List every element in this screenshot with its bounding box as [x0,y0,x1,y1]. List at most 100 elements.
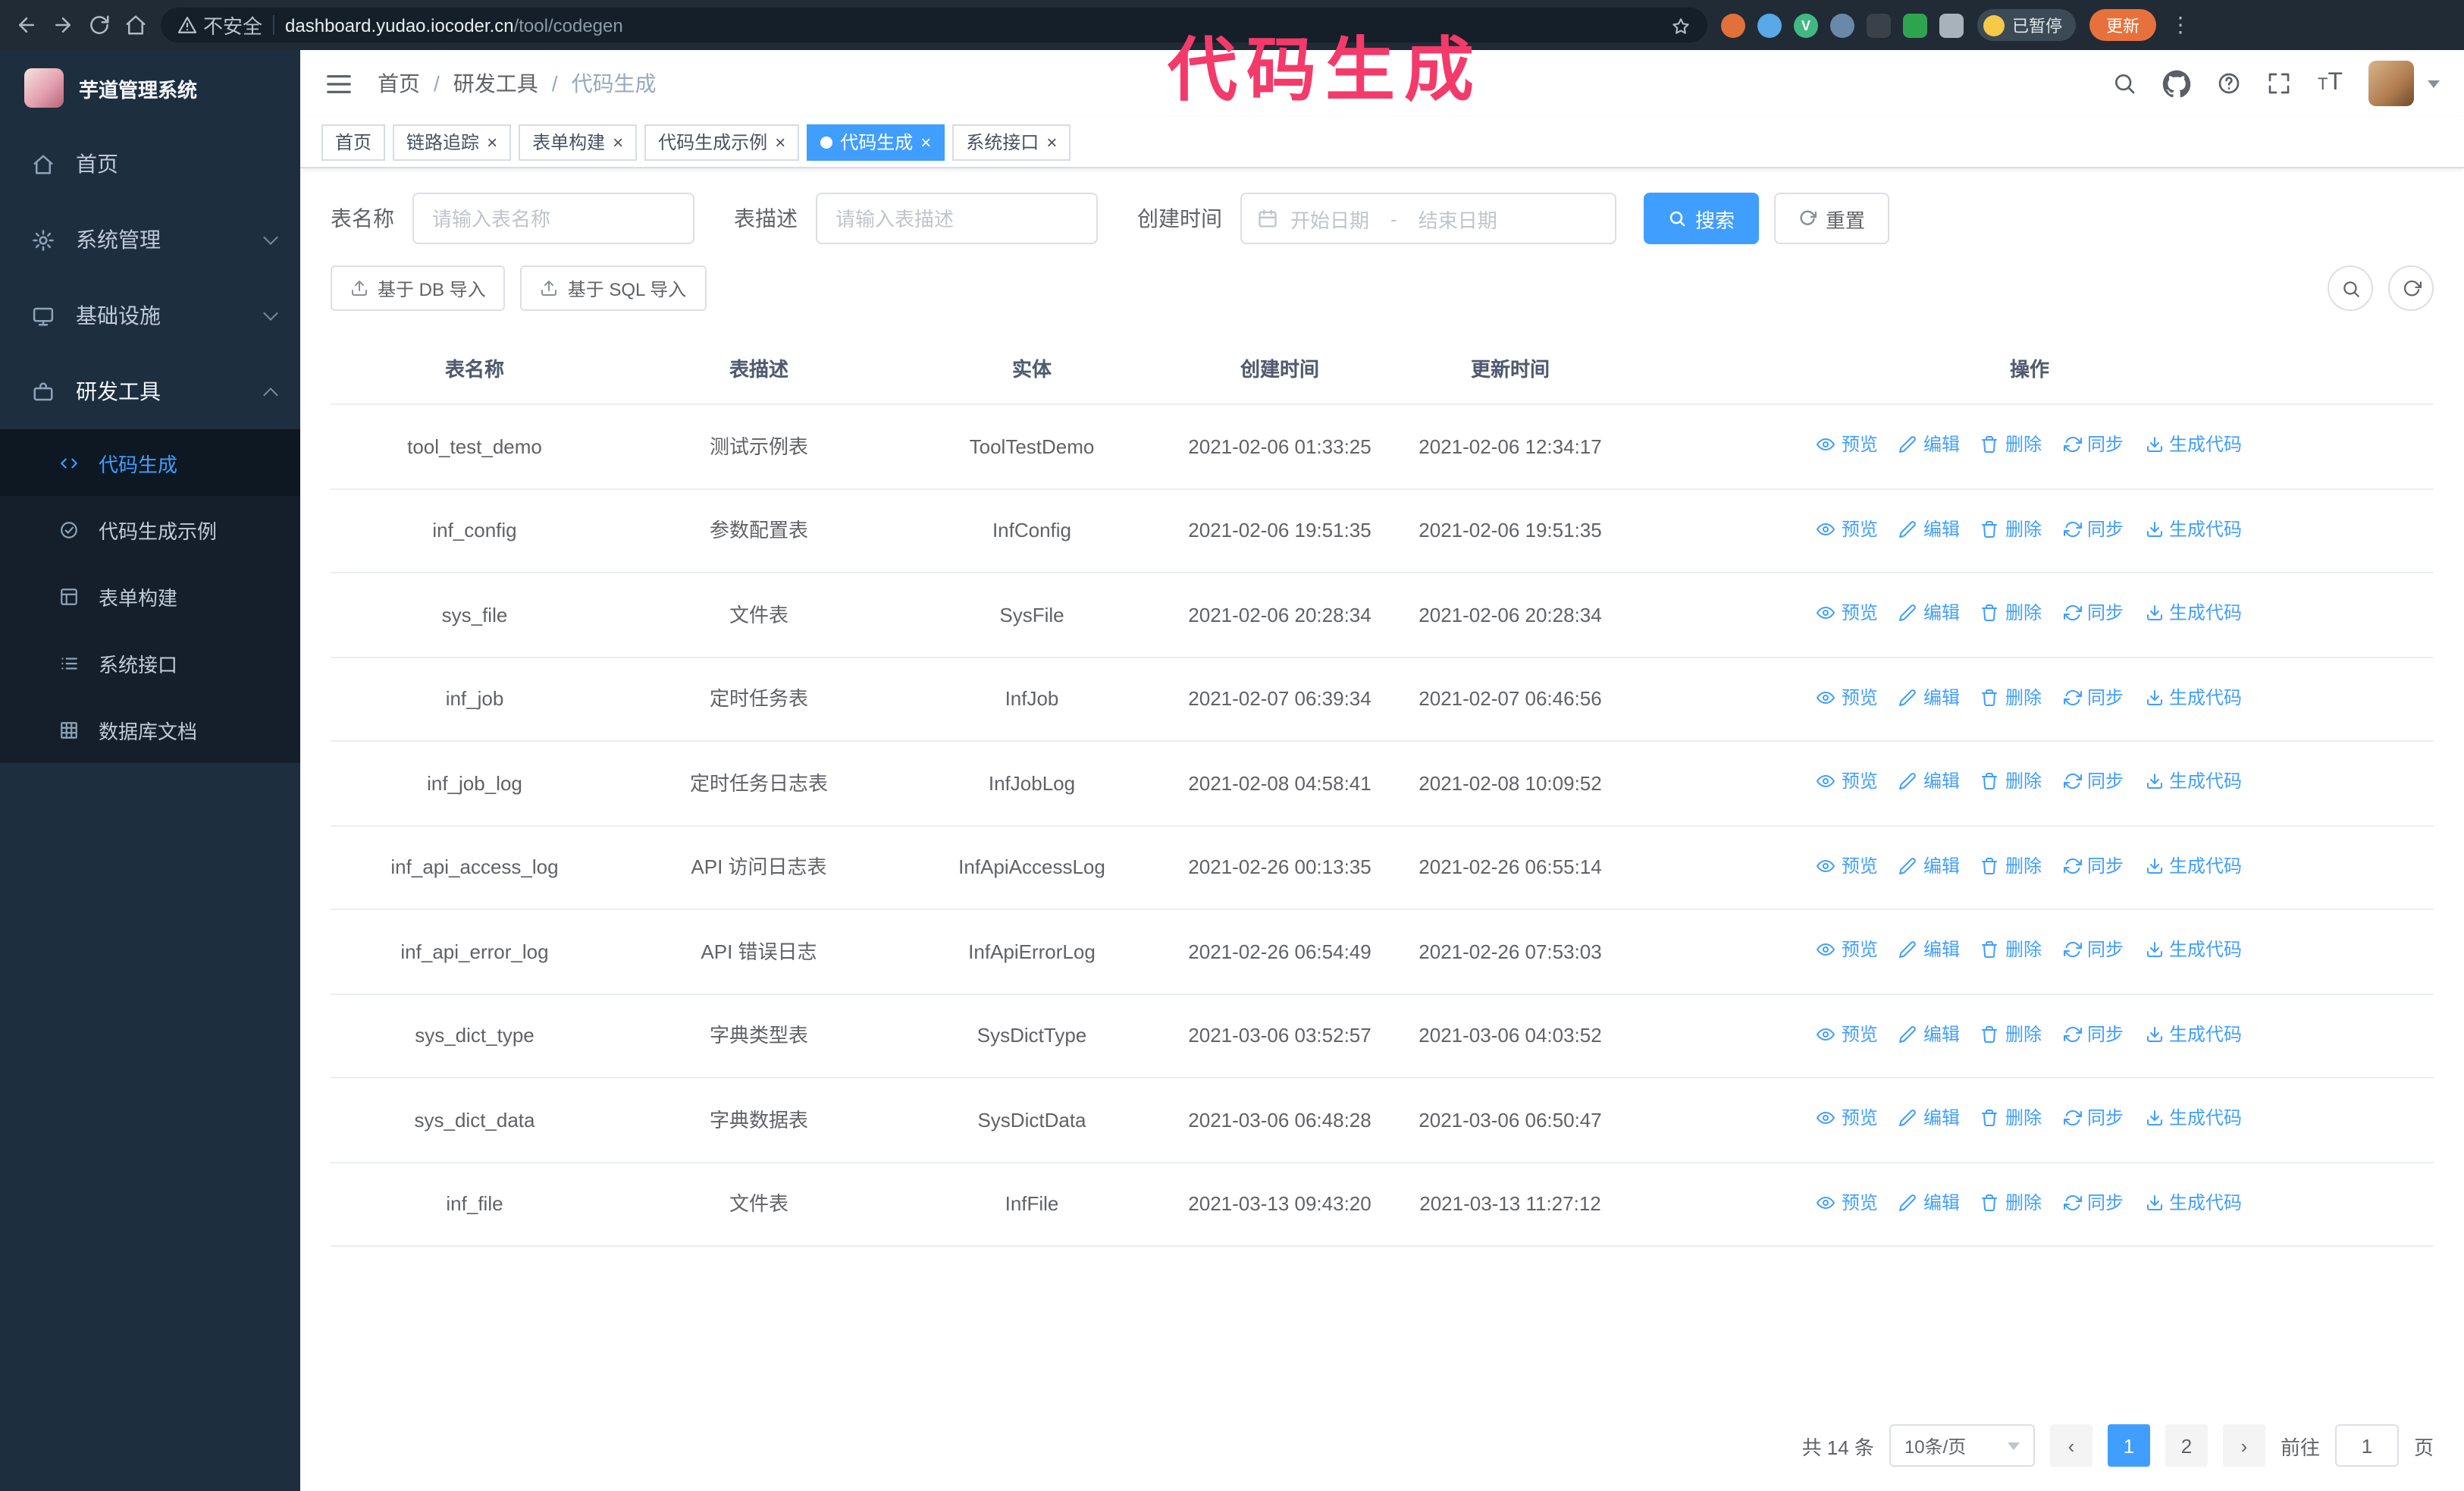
sync-link[interactable]: 同步 [2063,936,2124,963]
sidebar-item-codegen[interactable]: 代码生成 [0,429,300,496]
generate-code-link[interactable]: 生成代码 [2145,683,2242,711]
refresh-icon[interactable] [2388,265,2434,311]
breadcrumb-home[interactable]: 首页 [378,68,420,99]
generate-code-link[interactable]: 生成代码 [2145,1188,2242,1216]
delete-link[interactable]: 删除 [1981,515,2042,542]
tab-codegen-example[interactable]: 代码生成示例 × [644,124,800,160]
sync-link[interactable]: 同步 [2063,599,2124,626]
avatar[interactable] [2368,61,2414,106]
generate-code-link[interactable]: 生成代码 [2145,599,2242,626]
edit-link[interactable]: 编辑 [1899,431,1960,458]
preview-link[interactable]: 预览 [1817,683,1878,711]
paused-badge[interactable]: 已暂停 [1977,9,2076,41]
font-size-icon[interactable]: TT [2318,70,2343,97]
tab-form-builder[interactable]: 表单构建 × [519,124,638,160]
page-size-select[interactable]: 10条/页 [1889,1424,2035,1467]
tab-home[interactable]: 首页 [321,124,386,160]
browser-menu-icon[interactable]: ⋮ [2170,12,2191,38]
generate-code-link[interactable]: 生成代码 [2145,1020,2242,1047]
delete-link[interactable]: 删除 [1981,1188,2042,1216]
goto-page-input[interactable] [2334,1424,2399,1467]
back-icon[interactable] [15,14,38,36]
preview-link[interactable]: 预览 [1817,936,1878,963]
update-button[interactable]: 更新 [2089,9,2156,41]
sync-link[interactable]: 同步 [2063,1188,2124,1216]
hamburger-icon[interactable] [324,69,353,98]
import-db-button[interactable]: 基于 DB 导入 [331,265,506,311]
table-desc-input[interactable] [816,193,1098,244]
sync-link[interactable]: 同步 [2063,1020,2124,1047]
reload-icon[interactable] [88,14,111,36]
edit-link[interactable]: 编辑 [1899,683,1960,711]
generate-code-link[interactable]: 生成代码 [2145,1104,2242,1132]
preview-link[interactable]: 预览 [1817,852,1878,879]
sync-link[interactable]: 同步 [2063,683,2124,711]
security-warning-icon[interactable]: 不安全 [177,11,262,39]
delete-link[interactable]: 删除 [1981,1104,2042,1132]
reset-button[interactable]: 重置 [1774,193,1890,244]
sync-link[interactable]: 同步 [2063,767,2124,795]
generate-code-link[interactable]: 生成代码 [2145,852,2242,879]
delete-link[interactable]: 删除 [1981,599,2042,626]
sync-link[interactable]: 同步 [2063,852,2124,879]
close-icon[interactable]: × [487,133,497,151]
fullscreen-icon[interactable] [2268,71,2292,96]
prev-page-button[interactable]: ‹ [2049,1424,2093,1467]
sidebar-item-infrastructure[interactable]: 基础设施 [0,278,300,353]
sync-link[interactable]: 同步 [2063,1104,2124,1132]
sidebar-item-system-management[interactable]: 系统管理 [0,202,300,278]
search-button[interactable]: 搜索 [1644,193,1760,244]
edit-link[interactable]: 编辑 [1899,852,1960,879]
edit-link[interactable]: 编辑 [1899,936,1960,963]
page-button-2[interactable]: 2 [2165,1424,2208,1467]
generate-code-link[interactable]: 生成代码 [2145,515,2242,542]
help-icon[interactable] [2218,71,2242,96]
edit-link[interactable]: 编辑 [1899,599,1960,626]
preview-link[interactable]: 预览 [1817,431,1878,458]
delete-link[interactable]: 删除 [1981,852,2042,879]
preview-link[interactable]: 预览 [1817,767,1878,795]
github-icon[interactable] [2163,69,2192,98]
search-icon[interactable] [2113,71,2137,96]
generate-code-link[interactable]: 生成代码 [2145,767,2242,795]
browser-home-icon[interactable] [124,14,147,36]
table-name-input[interactable] [412,193,694,244]
preview-link[interactable]: 预览 [1817,1020,1878,1047]
extension-icon-2[interactable] [1757,13,1782,37]
next-page-button[interactable]: › [2222,1424,2265,1467]
edit-link[interactable]: 编辑 [1899,515,1960,542]
preview-link[interactable]: 预览 [1817,1188,1878,1216]
tab-trace[interactable]: 链路追踪 × [393,124,512,160]
tab-codegen[interactable]: 代码生成 × [807,124,945,160]
forward-icon[interactable] [52,14,74,36]
sidebar-item-form-builder[interactable]: 表单构建 [0,563,300,629]
puzzle-icon[interactable] [1939,13,1964,37]
sync-link[interactable]: 同步 [2063,515,2124,542]
vue-devtools-icon[interactable]: V [1794,13,1818,37]
extension-icon-4[interactable] [1830,13,1854,37]
extension-icon-1[interactable] [1721,13,1745,37]
caret-down-icon[interactable] [2428,80,2440,87]
edit-link[interactable]: 编辑 [1899,767,1960,795]
delete-link[interactable]: 删除 [1981,1020,2042,1047]
bookmark-star-icon[interactable] [1671,14,1691,36]
edit-link[interactable]: 编辑 [1899,1188,1960,1216]
preview-link[interactable]: 预览 [1817,599,1878,626]
tab-system-api[interactable]: 系统接口 × [952,124,1071,160]
import-sql-button[interactable]: 基于 SQL 导入 [520,265,707,311]
preview-link[interactable]: 预览 [1817,515,1878,542]
delete-link[interactable]: 删除 [1981,767,2042,795]
address-bar[interactable]: 不安全 dashboard.yudao.iocoder.cn/tool/code… [161,8,1707,42]
page-button-1[interactable]: 1 [2107,1424,2150,1467]
date-range-picker[interactable]: 开始日期 - 结束日期 [1240,193,1616,244]
sidebar-item-dev-tools[interactable]: 研发工具 [0,353,300,429]
extension-icon-5[interactable] [1867,13,1891,37]
close-icon[interactable]: × [920,133,931,151]
delete-link[interactable]: 删除 [1981,431,2042,458]
preview-link[interactable]: 预览 [1817,1104,1878,1132]
delete-link[interactable]: 删除 [1981,683,2042,711]
search-toggle-icon[interactable] [2328,265,2373,311]
delete-link[interactable]: 删除 [1981,936,2042,963]
edit-link[interactable]: 编辑 [1899,1104,1960,1132]
generate-code-link[interactable]: 生成代码 [2145,431,2242,458]
